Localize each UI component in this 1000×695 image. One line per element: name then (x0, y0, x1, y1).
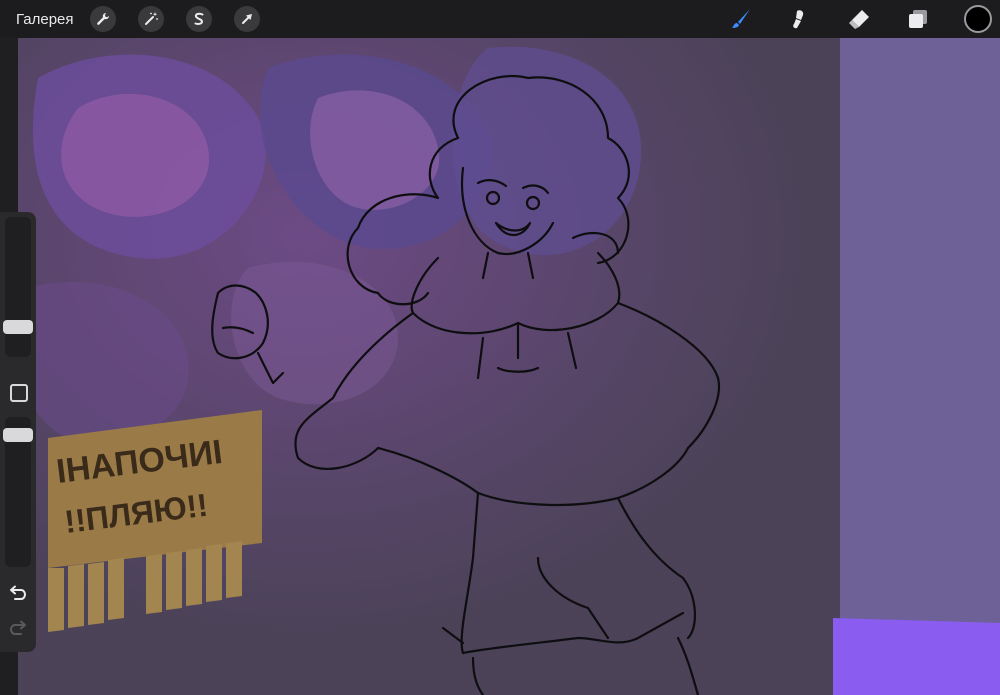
eraser-icon (849, 10, 869, 29)
drawing-canvas[interactable]: ІНАПОЧИІ !!ПЛЯЮ!! (18, 38, 1000, 695)
arrow-cursor-icon (241, 14, 252, 24)
smudge-button[interactable] (787, 6, 813, 32)
gallery-button[interactable]: Галерея (16, 11, 74, 28)
smudge-icon (793, 10, 804, 29)
left-sidebar (0, 212, 36, 652)
modify-button[interactable] (10, 384, 28, 402)
brush-size-thumb[interactable] (3, 320, 33, 334)
selection-s-icon (194, 12, 204, 25)
color-picker-swatch[interactable] (964, 5, 992, 33)
canvas-artwork: ІНАПОЧИІ !!ПЛЯЮ!! (18, 38, 1000, 695)
right-tools (728, 0, 1000, 38)
redo-icon[interactable] (8, 620, 28, 638)
actions-button[interactable] (89, 6, 116, 32)
wrench-icon (96, 13, 109, 25)
brush-size-slider[interactable] (5, 217, 31, 357)
brush-button[interactable] (728, 6, 754, 32)
adjustments-button[interactable] (137, 6, 164, 32)
layers-icon (909, 10, 927, 28)
transform-button[interactable] (233, 6, 260, 32)
brush-icon (732, 9, 750, 28)
undo-icon[interactable] (8, 585, 28, 603)
magic-wand-icon (144, 12, 158, 25)
layers-button[interactable] (905, 6, 931, 32)
selection-button[interactable] (185, 6, 212, 32)
top-toolbar: Галерея (0, 0, 1000, 38)
opacity-thumb[interactable] (3, 428, 33, 442)
eraser-button[interactable] (846, 6, 872, 32)
